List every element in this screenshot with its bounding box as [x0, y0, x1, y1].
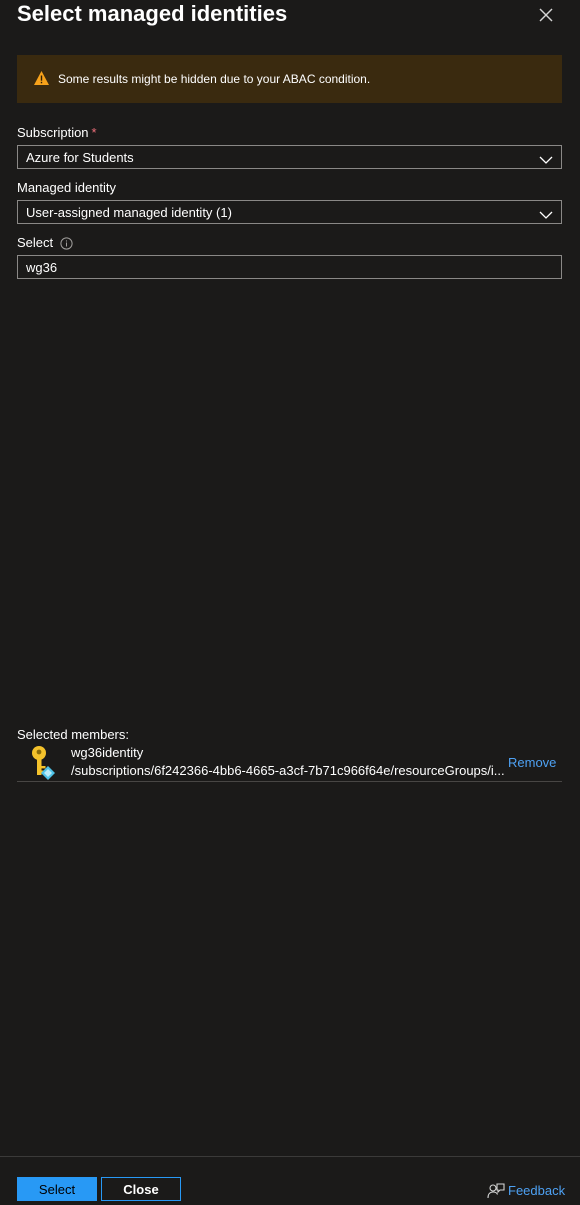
select-button[interactable]: Select	[17, 1177, 97, 1201]
warning-icon	[33, 70, 50, 86]
managed-identity-key-icon	[27, 744, 59, 780]
member-name: wg36identity	[71, 745, 144, 760]
subscription-label: Subscription *	[17, 125, 97, 141]
chevron-down-icon	[539, 207, 553, 219]
feedback-icon	[487, 1182, 505, 1200]
required-marker: *	[91, 125, 97, 140]
select-search-input[interactable]	[17, 255, 562, 279]
feedback-label: Feedback	[508, 1183, 566, 1198]
chevron-down-icon	[539, 152, 553, 164]
subscription-value: Azure for Students	[26, 150, 134, 165]
member-resource-path: /subscriptions/6f242366-4bb6-4665-a3cf-7…	[71, 763, 505, 778]
abac-warning-banner: Some results might be hidden due to your…	[17, 55, 562, 103]
selected-members-label: Selected members:	[17, 727, 129, 742]
warning-text: Some results might be hidden due to your…	[58, 72, 371, 86]
footer-divider	[0, 1156, 580, 1157]
close-button[interactable]: Close	[101, 1177, 181, 1201]
select-managed-identities-panel: Select managed identities Some results m…	[0, 0, 580, 1204]
subscription-label-text: Subscription	[17, 125, 89, 140]
select-label: Select	[17, 235, 54, 250]
managed-identity-dropdown[interactable]: User-assigned managed identity (1)	[17, 200, 562, 224]
managed-identity-value: User-assigned managed identity (1)	[26, 205, 232, 220]
subscription-dropdown[interactable]: Azure for Students	[17, 145, 562, 169]
panel-title: Select managed identities	[17, 1, 288, 26]
remove-member-link[interactable]: Remove	[508, 755, 556, 771]
managed-identity-label: Managed identity	[17, 180, 117, 195]
close-icon[interactable]	[536, 5, 556, 25]
info-icon[interactable]	[60, 237, 73, 250]
selected-member-row: wg36identity /subscriptions/6f242366-4bb…	[17, 742, 562, 782]
